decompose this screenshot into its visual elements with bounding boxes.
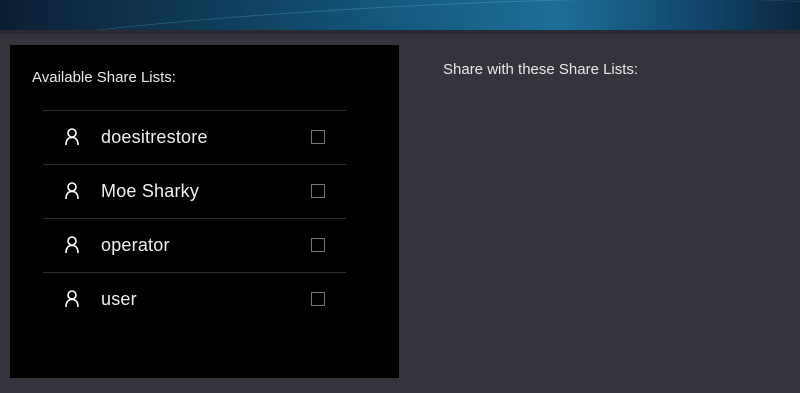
share-list-item-moe-sharky[interactable]: Moe Sharky bbox=[43, 165, 346, 219]
header-banner bbox=[0, 0, 800, 34]
share-list-item-operator[interactable]: operator bbox=[43, 219, 346, 273]
available-share-list: doesitrestore Moe Sharky operator user bbox=[43, 110, 346, 326]
available-share-lists-title: Available Share Lists: bbox=[32, 69, 176, 86]
user-icon bbox=[65, 128, 79, 146]
user-icon bbox=[65, 290, 79, 308]
selected-share-lists-title: Share with these Share Lists: bbox=[443, 61, 639, 78]
share-list-item-label: operator bbox=[101, 235, 170, 255]
share-list-item-label: Moe Sharky bbox=[101, 181, 200, 201]
share-list-item-checkbox[interactable] bbox=[311, 238, 325, 252]
share-list-item-checkbox[interactable] bbox=[311, 292, 325, 306]
user-icon bbox=[65, 236, 79, 254]
share-list-item-user[interactable]: user bbox=[43, 273, 346, 326]
share-list-item-checkbox[interactable] bbox=[311, 184, 325, 198]
share-list-item-checkbox[interactable] bbox=[311, 130, 325, 144]
share-list-item-label: user bbox=[101, 289, 137, 309]
share-list-item-label: doesitrestore bbox=[101, 127, 208, 147]
user-icon bbox=[65, 182, 79, 200]
available-share-lists-panel: Available Share Lists: doesitrestore Moe… bbox=[10, 45, 399, 378]
share-list-item-doesitrestore[interactable]: doesitrestore bbox=[43, 111, 346, 165]
